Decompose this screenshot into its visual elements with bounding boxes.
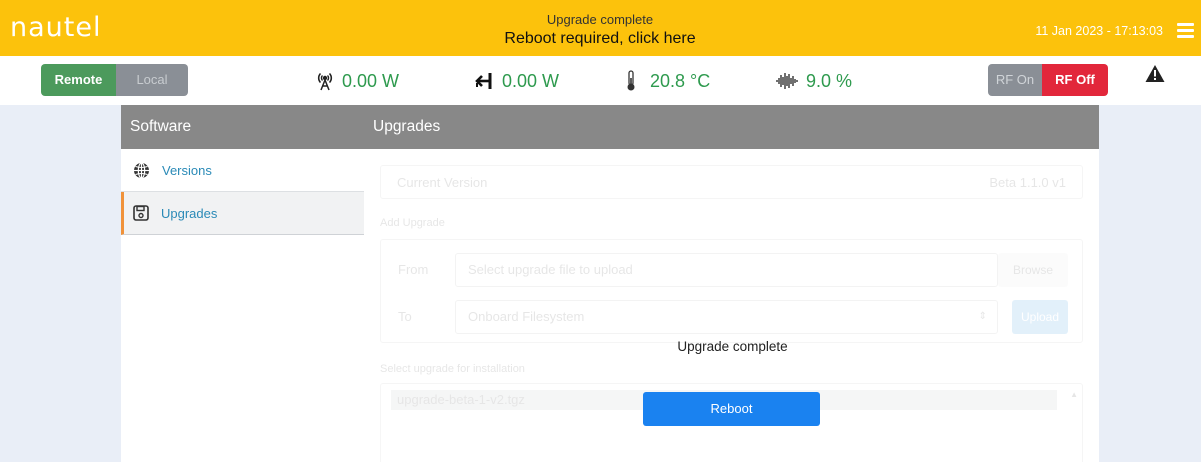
reflected-power-value: 0.00 W [502, 70, 560, 91]
thermometer-icon [627, 70, 635, 91]
destination-value: Onboard Filesystem [468, 309, 585, 324]
datetime: 11 Jan 2023 - 17:13:03 [1035, 24, 1163, 38]
current-version-row: Current Version Beta 1.1.0 v1 [380, 165, 1083, 199]
banner-reboot-text[interactable]: Reboot required, click here [430, 28, 770, 49]
add-upgrade-label: Add Upgrade [380, 217, 445, 229]
globe-icon [134, 161, 149, 179]
upgrade-file-input[interactable]: Select upgrade file to upload [455, 253, 998, 287]
temperature-reading: 20.8 °C [624, 70, 710, 92]
top-banner: nautel Upgrade complete Reboot required,… [0, 0, 1201, 56]
reflected-power-icon [475, 73, 492, 89]
warning-icon[interactable] [1145, 64, 1165, 83]
antenna-icon [317, 72, 333, 91]
add-upgrade-box: From Select upgrade file to upload Brows… [380, 239, 1083, 343]
audio-waveform-icon [776, 73, 798, 89]
dialog-message: Upgrade complete [677, 339, 788, 354]
select-arrows-icon: ⇕ [978, 311, 987, 322]
local-button[interactable]: Local [116, 64, 188, 96]
modulation-reading: 9.0 % [776, 70, 852, 92]
banner-status-text: Upgrade complete [546, 12, 654, 27]
sidebar-item-versions[interactable]: Versions [121, 149, 364, 192]
save-icon [133, 205, 149, 221]
nautel-logo: nautel [10, 12, 102, 43]
rf-off-button[interactable]: RF Off [1042, 64, 1108, 96]
temperature-value: 20.8 °C [650, 70, 711, 91]
status-bar: Remote Local 0.00 W 0.00 W 20.8 °C 9.0 %… [0, 56, 1201, 105]
from-label: From [398, 262, 429, 277]
control-mode-toggle: Remote Local [41, 64, 188, 96]
modulation-value: 9.0 % [806, 70, 853, 91]
sidebar-item-upgrades[interactable]: Upgrades [121, 192, 364, 235]
forward-power-reading: 0.00 W [316, 70, 399, 92]
sidebar-item-label: Versions [162, 162, 212, 178]
sidebar-title: Software [121, 105, 364, 149]
destination-select[interactable]: Onboard Filesystem ⇕ [455, 300, 998, 334]
to-label: To [398, 309, 412, 324]
remote-button[interactable]: Remote [41, 64, 116, 96]
browse-button[interactable]: Browse [998, 253, 1068, 287]
upload-button[interactable]: Upload [1012, 300, 1068, 334]
software-sidebar: Software Versions Upgrades [121, 105, 364, 462]
rf-on-button[interactable]: RF On [988, 64, 1042, 96]
current-version-value: Beta 1.1.0 v1 [989, 175, 1066, 190]
forward-power-value: 0.00 W [342, 70, 400, 91]
reboot-button[interactable]: Reboot [643, 392, 820, 426]
select-upgrade-label: Select upgrade for installation [380, 363, 525, 375]
rf-toggle: RF On RF Off [988, 64, 1108, 96]
current-version-label: Current Version [397, 175, 488, 190]
sidebar-item-label: Upgrades [161, 205, 218, 221]
page-title: Upgrades [364, 105, 1099, 149]
reflected-power-reading: 0.00 W [474, 70, 559, 92]
reboot-banner-link[interactable]: Upgrade complete Reboot required, click … [430, 12, 770, 49]
menu-icon[interactable] [1177, 23, 1194, 38]
scroll-up-icon[interactable]: ▲ [1070, 390, 1078, 399]
